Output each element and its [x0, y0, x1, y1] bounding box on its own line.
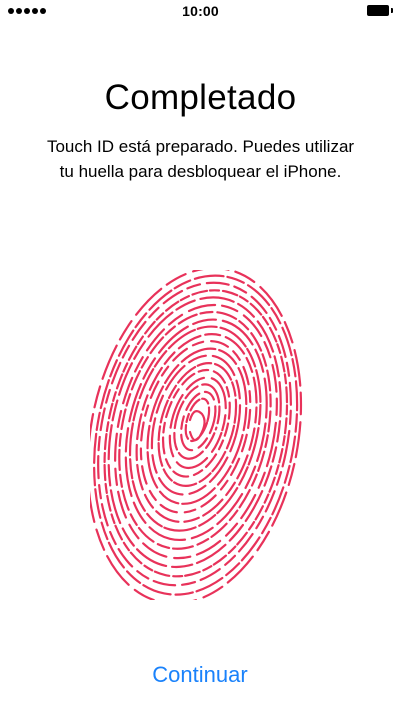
- continue-button[interactable]: Continuar: [120, 660, 280, 690]
- subtitle-line-1: Touch ID está preparado. Puedes utilizar: [46, 137, 355, 156]
- page-title: Completado: [104, 78, 297, 117]
- page-subtitle: Touch ID está preparado. Puedes utilizar…: [20, 134, 381, 184]
- fingerprint-core: [188, 410, 206, 442]
- status-time: 10:00: [182, 3, 219, 19]
- fingerprint-ridge: [173, 383, 221, 460]
- fingerprint-ridge: [184, 397, 211, 443]
- battery-full-icon: [367, 5, 393, 16]
- subtitle-line-2: tu huella para desbloquear el iPhone.: [59, 162, 342, 181]
- fingerprint-icon: [90, 270, 303, 600]
- status-bar: 10:00: [0, 0, 401, 22]
